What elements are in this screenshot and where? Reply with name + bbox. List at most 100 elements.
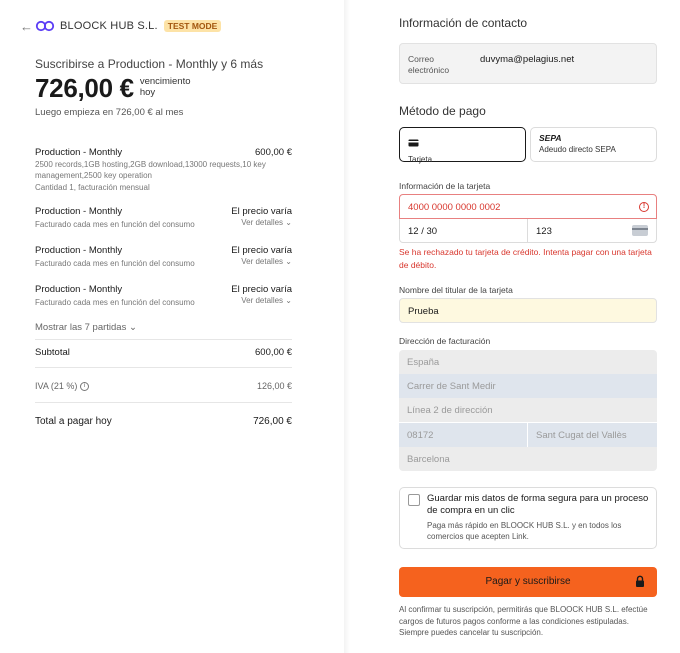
view-details-link[interactable]: Ver detalles ⌄ bbox=[241, 257, 292, 269]
save-info-title: Guardar mis datos de forma segura para u… bbox=[427, 493, 649, 516]
recurring-note: Luego empieza en 726,00 € al mes bbox=[35, 107, 184, 118]
view-details-link[interactable]: Ver detalles ⌄ bbox=[241, 296, 292, 308]
address-line2-input[interactable]: Línea 2 de dirección bbox=[399, 398, 657, 422]
cvc-input[interactable]: 123 bbox=[527, 219, 657, 243]
contact-title: Información de contacto bbox=[399, 16, 528, 30]
save-info-box: Guardar mis datos de forma segura para u… bbox=[399, 487, 657, 549]
price-note-line2: hoy bbox=[139, 87, 156, 98]
show-more-items-button[interactable]: Mostrar las 7 partidas ⌄ bbox=[35, 322, 137, 333]
line-item-desc: 2500 records,1GB hosting,2GB download,13… bbox=[35, 160, 266, 180]
view-details-label: Ver detalles bbox=[241, 257, 284, 266]
cvc-card-icon bbox=[632, 225, 648, 236]
billing-label: Dirección de facturación bbox=[399, 336, 491, 346]
save-info-desc: Paga más rápido en BLOOCK HUB S.L. y en … bbox=[427, 521, 622, 541]
tab-card[interactable]: Tarjeta bbox=[399, 127, 526, 164]
province-select[interactable]: Barcelona bbox=[399, 447, 657, 471]
total-row: Total a pagar hoy 726,00 € bbox=[35, 416, 292, 427]
email-value: duvyma@pelagius.net bbox=[480, 54, 575, 65]
expiry-input[interactable]: 12 / 30 bbox=[399, 219, 528, 243]
subtotal-value: 600,00 € bbox=[255, 347, 292, 358]
line-item-amount: 600,00 € bbox=[255, 147, 292, 158]
subscribe-title: Suscribirse a Production - Monthly y 6 m… bbox=[35, 57, 264, 71]
address-line1-value: Carrer de Sant Medir bbox=[407, 381, 496, 392]
brand-logo-icon bbox=[35, 20, 55, 32]
subtotal-row: Subtotal 600,00 € bbox=[35, 347, 292, 358]
cardholder-name-value: Prueba bbox=[408, 306, 439, 317]
tax-value: 126,00 € bbox=[256, 381, 292, 391]
tax-label: IVA (21 %) bbox=[35, 381, 78, 391]
chevron-down-icon: ⌄ bbox=[285, 257, 292, 266]
subtotal-label: Subtotal bbox=[35, 347, 70, 358]
chevron-down-icon: ⌄ bbox=[285, 218, 292, 227]
total-value: 726,00 € bbox=[253, 416, 292, 427]
cvc-value: 123 bbox=[536, 226, 552, 237]
chevron-down-icon: ⌄ bbox=[128, 322, 137, 333]
price-row: 726,00 € vencimiento hoy bbox=[35, 73, 191, 103]
address-line1-input[interactable]: Carrer de Sant Medir bbox=[399, 374, 657, 398]
card-number-value: 4000 0000 0000 0002 bbox=[408, 202, 501, 213]
line-item-name: Production - Monthly bbox=[35, 147, 123, 158]
city-input[interactable]: Sant Cugat del Vallès bbox=[528, 423, 657, 447]
holder-label: Nombre del titular de la tarjeta bbox=[399, 285, 513, 295]
view-details-link[interactable]: Ver detalles ⌄ bbox=[241, 218, 292, 230]
card-info-label: Información de la tarjeta bbox=[399, 181, 491, 191]
show-more-label: Mostrar las 7 partidas bbox=[35, 322, 127, 333]
brand-name: BLOOCK HUB S.L. bbox=[60, 20, 158, 32]
email-label: Correo electrónico bbox=[408, 54, 450, 75]
tab-card-label: Tarjeta bbox=[408, 155, 433, 164]
chevron-down-icon: ⌄ bbox=[285, 296, 292, 305]
postal-code-input[interactable]: 08172 bbox=[399, 423, 527, 447]
country-select[interactable]: España bbox=[399, 350, 657, 374]
panel-divider bbox=[344, 0, 350, 653]
line-item-amount: El precio varía bbox=[231, 206, 292, 217]
tax-label-wrap: IVA (21 %) i bbox=[35, 381, 89, 392]
country-value: España bbox=[407, 357, 440, 368]
back-arrow-icon[interactable]: ← bbox=[20, 19, 33, 34]
line-item: Production - Monthly El precio varía Fac… bbox=[35, 245, 292, 269]
tax-row: IVA (21 %) i 126,00 € bbox=[35, 381, 292, 392]
sepa-logo-icon: SEPA bbox=[539, 133, 562, 143]
card-number-input[interactable]: 4000 0000 0000 0002 ! bbox=[399, 194, 657, 219]
line-item-desc: Facturado cada mes en función del consum… bbox=[35, 298, 195, 307]
error-icon: ! bbox=[639, 202, 649, 212]
city-value: Sant Cugat del Vallès bbox=[536, 430, 627, 441]
tab-sepa-label: Adeudo directo SEPA bbox=[539, 145, 616, 154]
province-value: Barcelona bbox=[407, 454, 450, 465]
credit-card-icon bbox=[408, 139, 419, 147]
divider bbox=[35, 339, 292, 340]
pay-subscribe-button[interactable]: Pagar y suscribirse bbox=[399, 567, 657, 597]
divider bbox=[35, 402, 292, 403]
line-item: Production - Monthly El precio varía Fac… bbox=[35, 206, 292, 230]
subscription-disclaimer: Al confirmar tu suscripción, permitirás … bbox=[399, 605, 648, 637]
cardholder-name-input[interactable]: Prueba bbox=[399, 298, 657, 323]
line-item-name: Production - Monthly bbox=[35, 206, 123, 217]
price-total: 726,00 € bbox=[35, 73, 134, 103]
save-info-checkbox[interactable] bbox=[408, 494, 420, 506]
line-item-amount: El precio varía bbox=[231, 284, 292, 295]
contact-email-box[interactable]: Correo electrónico duvyma@pelagius.net bbox=[399, 43, 657, 84]
view-details-label: Ver detalles bbox=[241, 218, 284, 227]
address-line2-placeholder: Línea 2 de dirección bbox=[407, 405, 493, 416]
expiry-value: 12 / 30 bbox=[408, 226, 438, 237]
total-label: Total a pagar hoy bbox=[35, 416, 112, 427]
line-item-name: Production - Monthly bbox=[35, 284, 123, 295]
topbar: ← BLOOCK HUB S.L. TEST MODE bbox=[20, 17, 222, 35]
test-mode-badge: TEST MODE bbox=[163, 20, 222, 32]
lock-icon bbox=[636, 575, 644, 587]
payment-method-title: Método de pago bbox=[399, 104, 486, 118]
price-due-note: vencimiento hoy bbox=[140, 76, 191, 98]
card-error-message: Se ha rechazado tu tarjeta de crédito. I… bbox=[399, 247, 652, 270]
postal-code-value: 08172 bbox=[407, 430, 434, 441]
price-note-line1: vencimiento bbox=[139, 76, 191, 87]
line-item-desc: Facturado cada mes en función del consum… bbox=[35, 259, 195, 268]
info-icon[interactable]: i bbox=[79, 382, 89, 392]
line-item-qty: Cantidad 1, facturación mensual bbox=[35, 183, 150, 192]
line-item-amount: El precio varía bbox=[231, 245, 292, 256]
pay-button-label: Pagar y suscribirse bbox=[485, 576, 571, 587]
line-item-desc: Facturado cada mes en función del consum… bbox=[35, 220, 195, 229]
tab-sepa[interactable]: SEPA Adeudo directo SEPA bbox=[530, 127, 657, 162]
line-item: Production - Monthly El precio varía Fac… bbox=[35, 284, 292, 308]
line-item: Production - Monthly 600,00 € 2500 recor… bbox=[35, 147, 292, 192]
view-details-label: Ver detalles bbox=[241, 296, 284, 305]
line-item-name: Production - Monthly bbox=[35, 245, 123, 256]
